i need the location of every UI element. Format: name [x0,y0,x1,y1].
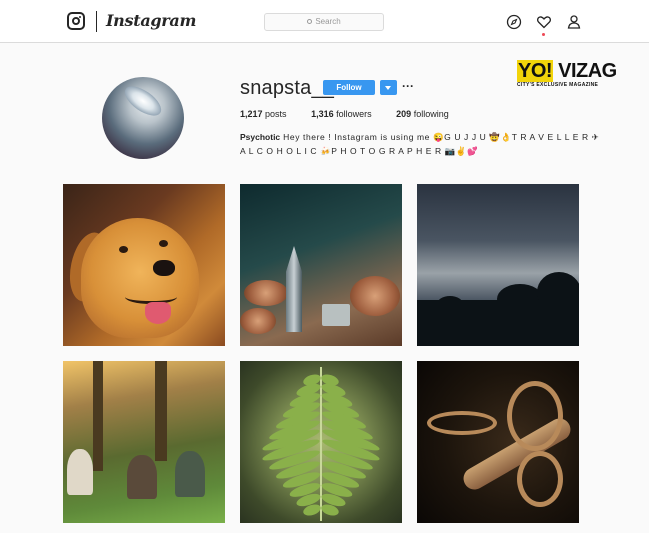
profile-username: snapsta__ [240,77,335,99]
nav-divider [96,11,97,32]
dog-head [81,218,199,338]
yo-vizag-watermark: YO! VIZAG CITY'S EXCLUSIVE MAGAZINE [517,60,617,88]
watermark-yo: YO! [517,60,554,82]
snake-coil [517,451,563,507]
pencil-shaving [244,280,288,306]
dog-eye [119,246,128,253]
more-options-button[interactable]: ··· [402,79,414,93]
search-icon [307,19,313,24]
post-thumbnail-snake[interactable] [417,361,579,523]
pencil-shaving [240,308,276,334]
tree-trunk [155,361,167,461]
avatar-headlight-graphic [120,80,166,122]
post-thumbnail-pencil[interactable] [240,184,402,346]
followers-stat[interactable]: 1,316 followers [311,109,372,119]
bio-name: Psychotic [240,132,281,142]
watermark-brand: VIZAG [553,60,617,82]
pencil-shaving [350,276,400,316]
follow-button[interactable]: Follow [323,80,375,95]
snake-head [427,411,497,435]
posts-stat: 1,217 posts [240,109,287,119]
instagram-wordmark-logo[interactable]: Instagram [106,11,196,30]
pencil [286,246,302,332]
post-thumbnail-fern[interactable] [240,361,402,523]
posts-label: posts [265,109,287,119]
post-thumbnail-people-forest[interactable] [63,361,225,523]
notification-dot [542,33,545,36]
search-input[interactable]: Search [264,13,384,31]
sharpener [322,304,350,326]
followers-label: followers [336,109,372,119]
instagram-camera-icon[interactable] [67,12,85,30]
person-figure [127,455,157,499]
dog-eye [159,240,168,247]
post-thumbnail-dog[interactable] [63,184,225,346]
followers-count: 1,316 [311,109,334,119]
profile-stats: 1,217 posts 1,316 followers 209 followin… [240,109,471,119]
ground-silhouette [417,300,579,346]
profile-bio: Psychotic Hey there ! Instagram is using… [240,130,600,158]
dog-nose [153,260,175,276]
bio-text: Hey there ! Instagram is using me 😜G U J… [240,132,600,156]
watermark-tagline: CITY'S EXCLUSIVE MAGAZINE [517,82,599,88]
following-label: following [413,109,449,119]
snake-coil [507,381,563,451]
compass-icon[interactable] [506,14,522,30]
posts-count: 1,217 [240,109,263,119]
follow-dropdown-button[interactable] [380,80,397,95]
post-thumbnail-palm-sky[interactable] [417,184,579,346]
top-navigation-bar: Instagram Search [0,0,649,43]
person-figure [67,449,93,495]
following-stat[interactable]: 209 following [396,109,449,119]
person-figure [175,451,205,497]
profile-avatar[interactable] [102,77,184,159]
person-icon[interactable] [566,14,582,30]
search-placeholder: Search [315,17,341,26]
following-count: 209 [396,109,412,119]
tree-trunk [93,361,103,471]
dog-tongue [145,302,171,324]
heart-icon[interactable] [536,14,552,30]
